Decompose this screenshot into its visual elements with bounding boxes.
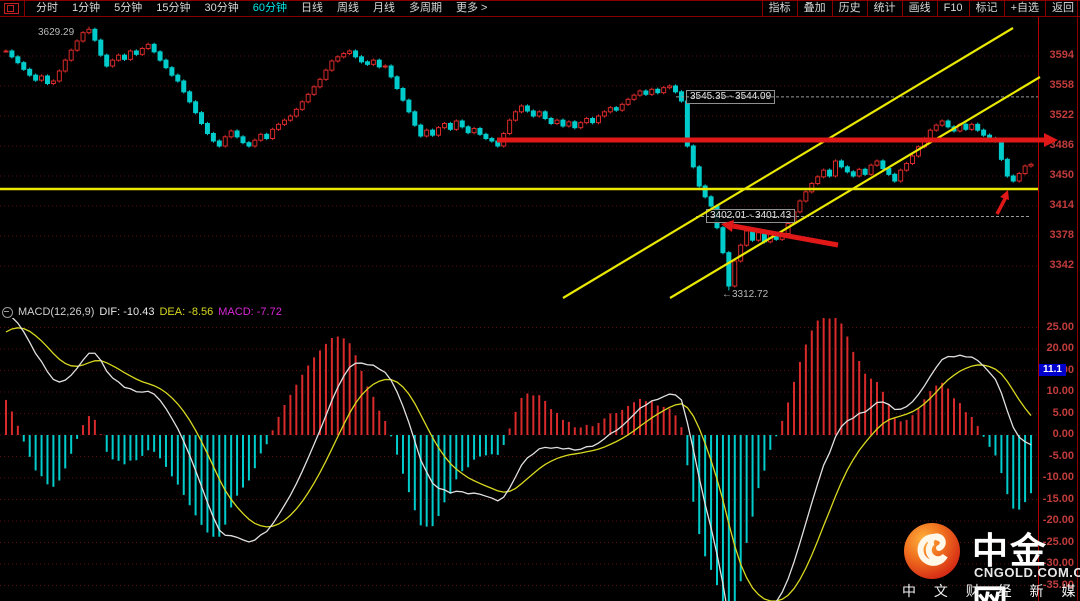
macd-axis-label: 25.00	[1046, 320, 1074, 333]
tools-menu: 指标 叠加 历史 统计 画线 F10 标记 +自选 返回	[761, 1, 1080, 16]
dif-value: DIF: -10.43	[99, 306, 155, 318]
gap-label-upper[interactable]: 3545.35 - 3544.09	[686, 89, 776, 104]
macd-axis-label: 20.00	[1046, 342, 1074, 354]
tools-menu-item[interactable]: 返回	[1045, 1, 1080, 16]
tools-menu-item[interactable]: 画线	[901, 1, 937, 16]
tools-menu-item[interactable]: 指标	[761, 1, 797, 16]
tools-menu-item[interactable]: F10	[936, 1, 969, 16]
period-menu-item[interactable]: 日线	[294, 1, 330, 16]
cngold-watermark: 中金网 CNGOLD.COM.CN 中 文 财 经 新 媒 体	[898, 518, 1080, 601]
tools-menu-item[interactable]: +自选	[1003, 1, 1045, 16]
tools-menu-item[interactable]: 历史	[831, 1, 867, 16]
period-menu-item[interactable]: 15分钟	[149, 1, 197, 16]
indicator-name[interactable]: MACD(12,26,9)	[18, 306, 94, 318]
period-menu-item[interactable]: 30分钟	[198, 1, 246, 16]
macd-axis-label: 5.00	[1052, 406, 1074, 419]
right-axis-column: 3594 3558 3522 3486 3450 3414 3378 3342 25.00 20.…	[1038, 17, 1078, 601]
dea-value: DEA: -8.56	[159, 306, 214, 318]
price-axis-label: 3342	[1049, 259, 1074, 271]
trading-app-window: 分时 1分钟 5分钟 15分钟 30分钟 60分钟 日线 周线 月线 多周期 更多 > 指标 叠加 历史…	[0, 0, 1080, 601]
price-axis-label: 3594	[1049, 49, 1074, 61]
tools-menu-item[interactable]: 统计	[866, 1, 902, 16]
price-axis-label: 3558	[1049, 79, 1074, 91]
period-menu: 分时 1分钟 5分钟 15分钟 30分钟 60分钟 日线 周线 月线 多周期 更多 >	[29, 1, 494, 16]
period-menu-item[interactable]: 多周期	[402, 1, 449, 16]
high-price-label: 3629.29	[38, 27, 75, 38]
macd-axis-label: 0.00	[1052, 428, 1074, 440]
window-right-border	[1077, 0, 1078, 601]
price-axis-label: 3414	[1049, 199, 1074, 211]
macd-axis-label: -15.00	[1042, 492, 1074, 505]
macd-value: MACD: -7.72	[218, 306, 282, 318]
macd-axis-label: -10.00	[1042, 471, 1074, 483]
price-axis-label: 3486	[1049, 139, 1074, 151]
candlestick-chart[interactable]	[0, 17, 1038, 305]
cngold-logo-icon	[904, 523, 960, 579]
macd-header: MACD(12,26,9) DIF: -10.43 DEA: -8.56 MAC…	[2, 306, 282, 318]
gap-label-lower[interactable]: 3402.01 - 3401.43	[706, 209, 796, 224]
axis-badge: 11.1	[1039, 364, 1066, 376]
period-menu-item[interactable]: 周线	[330, 1, 366, 16]
period-menu-item[interactable]: 更多 >	[449, 1, 494, 16]
watermark-tagline: 中 文 财 经 新 媒 体	[902, 583, 1080, 599]
period-menu-item[interactable]: 60分钟	[246, 1, 294, 16]
watermark-domain: CNGOLD.COM.CN	[974, 565, 1080, 580]
macd-chart[interactable]	[0, 318, 1038, 601]
tools-menu-item[interactable]: 标记	[968, 1, 1004, 16]
period-menu-item[interactable]: 1分钟	[65, 1, 107, 16]
period-menu-item[interactable]: 月线	[366, 1, 402, 16]
macd-axis-label: -5.00	[1048, 449, 1074, 462]
low-price-label: ←3312.72	[722, 289, 769, 300]
period-menu-item[interactable]: 分时	[29, 1, 65, 16]
menu-divider	[24, 1, 25, 16]
macd-axis-label: 10.00	[1046, 385, 1074, 397]
tools-menu-item[interactable]: 叠加	[796, 1, 832, 16]
price-axis-label: 3450	[1049, 169, 1074, 181]
collapse-indicator-icon[interactable]	[2, 306, 13, 318]
price-axis-label: 3522	[1049, 109, 1074, 121]
period-menu-item[interactable]: 5分钟	[107, 1, 149, 16]
window-layout-icon[interactable]	[4, 3, 19, 14]
price-axis-label: 3378	[1049, 229, 1074, 241]
top-menubar: 分时 1分钟 5分钟 15分钟 30分钟 60分钟 日线 周线 月线 多周期 更多 > 指标 叠加 历史…	[0, 0, 1080, 17]
